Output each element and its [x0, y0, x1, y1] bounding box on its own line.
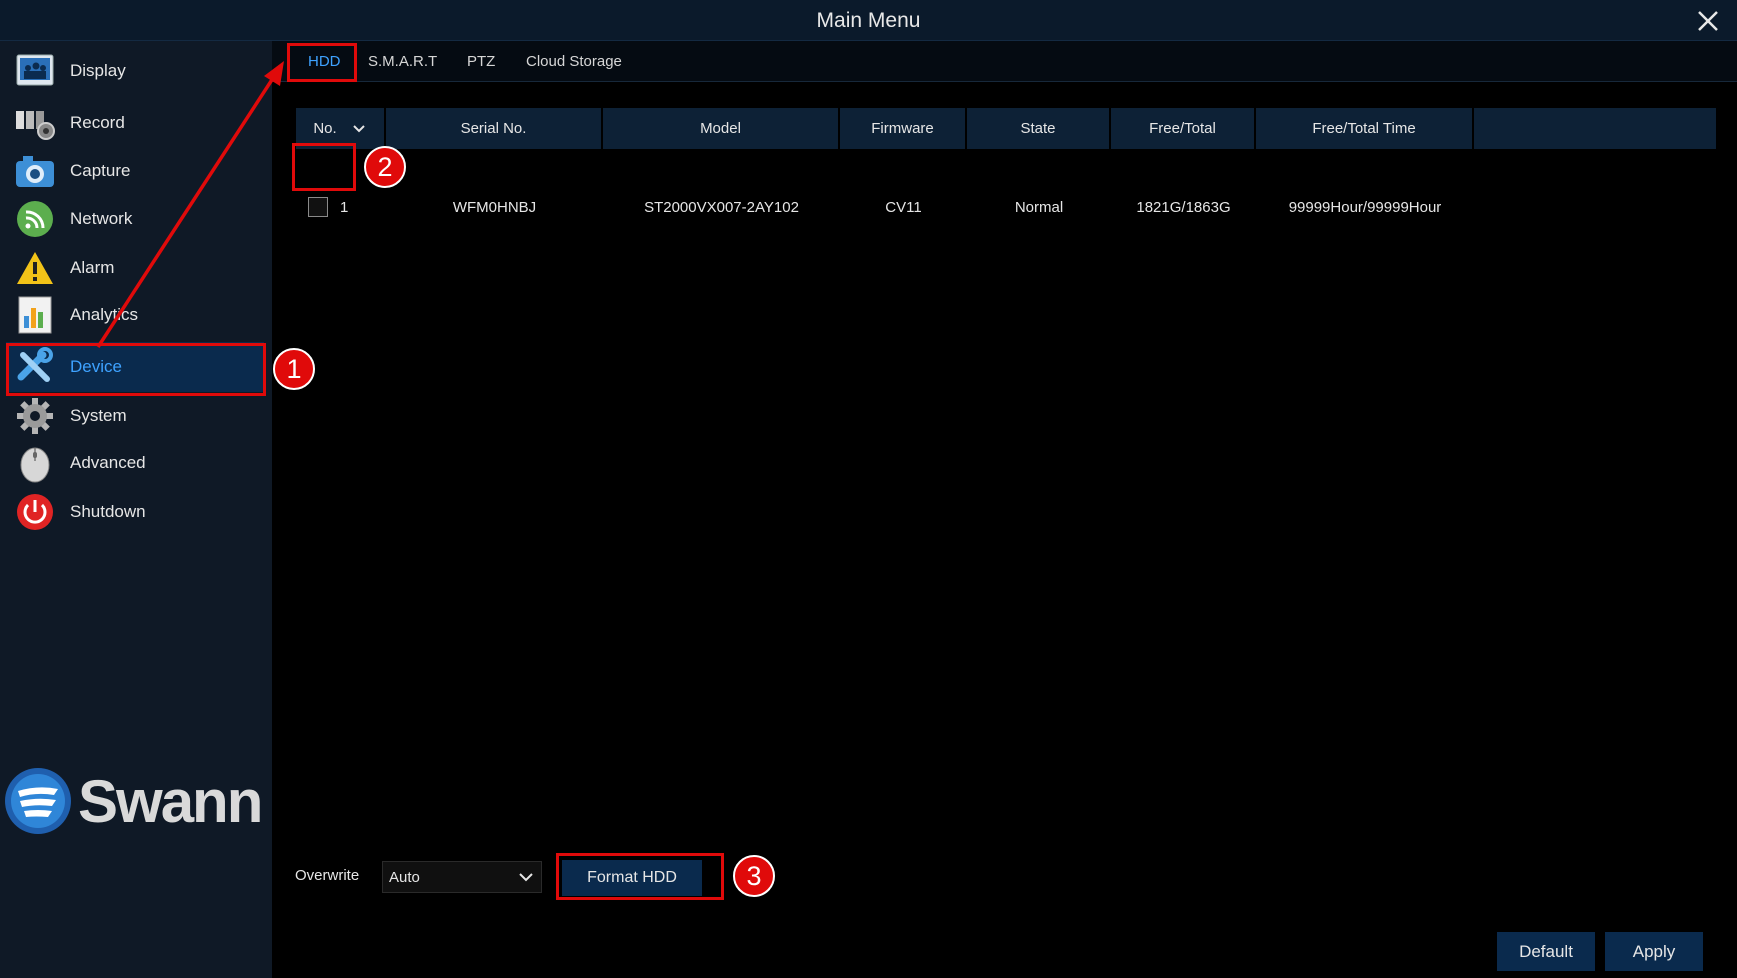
cell-state: Normal [1014, 198, 1064, 216]
table-header: No. Serial No. Model Firmware State Free… [296, 108, 1716, 149]
overwrite-select[interactable]: Auto [382, 861, 542, 893]
cell-free-total: 1821G/1863G [1136, 198, 1231, 216]
sidebar-item-label: System [70, 406, 127, 425]
table-row[interactable]: 1 WFM0HNBJ ST2000VX007-2AY102 CV11 Norma… [296, 189, 1716, 225]
camera-icon [14, 150, 56, 192]
sidebar-item-advanced[interactable]: Advanced [6, 438, 264, 488]
sidebar-item-label: Advanced [70, 453, 146, 472]
cell-free-total-time: 99999Hour/99999Hour [1288, 198, 1442, 216]
tab-hdd[interactable]: HDD [308, 41, 341, 81]
window-title: Main Menu [816, 9, 921, 32]
overwrite-label: Overwrite [295, 867, 360, 884]
title-bar: Main Menu [0, 0, 1737, 41]
sidebar-item-label: Analytics [70, 305, 139, 324]
sidebar-item-label: Shutdown [70, 502, 146, 521]
sidebar: Display Record Capture Network Alarm Ana… [0, 41, 272, 978]
sidebar-item-network[interactable]: Network [6, 194, 264, 244]
swann-logo-icon [5, 768, 71, 834]
cell-serial: WFM0HNBJ [452, 198, 537, 216]
alarm-warning-icon [14, 247, 56, 289]
sidebar-item-system[interactable]: System [6, 391, 264, 441]
analytics-chart-icon [14, 294, 56, 336]
column-free-total-time: Free/Total Time [1256, 108, 1474, 149]
column-state: State [967, 108, 1111, 149]
apply-button[interactable]: Apply [1605, 932, 1703, 971]
mouse-icon [14, 442, 56, 484]
sidebar-item-label: Display [70, 61, 126, 80]
record-icon [14, 102, 56, 144]
tab-cloud-storage[interactable]: Cloud Storage [526, 41, 622, 81]
sidebar-item-analytics[interactable]: Analytics [6, 290, 264, 340]
sidebar-item-capture[interactable]: Capture [6, 146, 264, 196]
column-firmware: Firmware [840, 108, 967, 149]
row-no-cell: 1 [308, 189, 368, 225]
format-hdd-button[interactable]: Format HDD [562, 860, 702, 896]
sidebar-item-label: Alarm [70, 258, 115, 277]
row-checkbox[interactable] [308, 197, 328, 217]
logo-text: Swann [78, 767, 263, 835]
sidebar-item-label: Capture [70, 161, 131, 180]
sidebar-item-label: Device [70, 357, 122, 376]
network-icon [14, 198, 56, 240]
display-icon [14, 50, 56, 92]
sidebar-item-device[interactable]: Device [6, 342, 264, 392]
close-icon [1698, 11, 1718, 31]
cell-model: ST2000VX007-2AY102 [644, 198, 799, 216]
content-panel: HDD S.M.A.R.T PTZ Cloud Storage No. Seri… [272, 41, 1737, 978]
default-button[interactable]: Default [1497, 932, 1595, 971]
tab-smart[interactable]: S.M.A.R.T [368, 41, 437, 81]
tab-ptz[interactable]: PTZ [467, 41, 495, 81]
column-serial: Serial No. [386, 108, 603, 149]
swann-logo: Swann [4, 765, 270, 837]
column-model: Model [603, 108, 840, 149]
tools-icon [14, 346, 56, 388]
power-icon [14, 491, 56, 533]
sidebar-item-label: Network [70, 209, 133, 228]
sidebar-item-display[interactable]: Display [6, 46, 264, 96]
cell-firmware: CV11 [885, 198, 922, 216]
chevron-down-icon [519, 873, 533, 882]
close-button[interactable] [1693, 6, 1723, 36]
sidebar-item-record[interactable]: Record [6, 98, 264, 148]
sidebar-item-shutdown[interactable]: Shutdown [6, 487, 264, 537]
sidebar-item-label: Record [70, 113, 125, 132]
chevron-down-icon [352, 124, 365, 132]
column-no[interactable]: No. [296, 108, 386, 149]
sidebar-item-alarm[interactable]: Alarm [6, 243, 264, 293]
gear-icon [14, 395, 56, 437]
tab-bar: HDD S.M.A.R.T PTZ Cloud Storage [272, 41, 1737, 82]
column-free-total: Free/Total [1111, 108, 1256, 149]
